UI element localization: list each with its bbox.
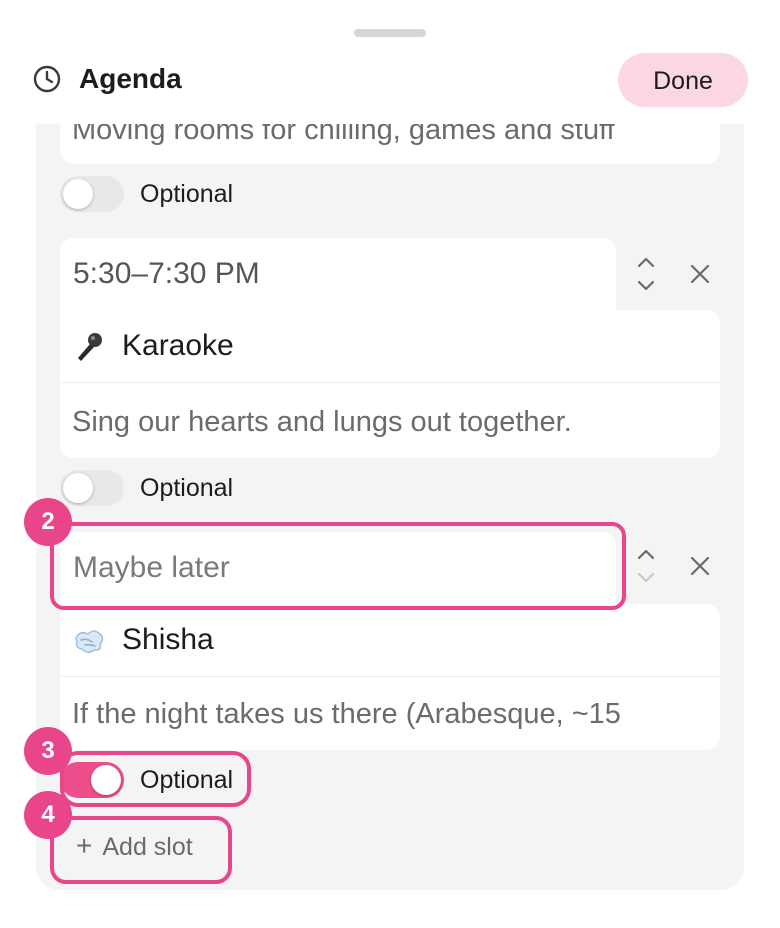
slot-title-row[interactable]: Shisha (60, 604, 720, 677)
reorder-chevrons-icon[interactable] (634, 244, 658, 304)
add-slot-button[interactable]: + Add slot (60, 818, 193, 874)
annotation-badge: 4 (24, 791, 72, 839)
slot-description[interactable]: Moving rooms for chilling, games and stu… (72, 124, 712, 152)
slot-card: Shisha If the night takes us there (Arab… (60, 604, 720, 750)
close-icon[interactable] (687, 261, 713, 287)
optional-toggle[interactable] (60, 470, 124, 506)
close-icon[interactable] (687, 553, 713, 579)
time-field[interactable]: Maybe later (60, 532, 616, 604)
toggle-knob (91, 765, 121, 795)
slot-description[interactable]: If the night takes us there (Arabesque, … (72, 694, 708, 734)
annotation-badge: 2 (24, 498, 72, 546)
annotation-badge: 3 (24, 727, 72, 775)
time-field[interactable]: 5:30–7:30 PM (60, 238, 616, 310)
slot-description-card[interactable]: Moving rooms for chilling, games and stu… (60, 124, 720, 164)
slot-title[interactable]: Shisha (122, 620, 214, 660)
slot-title[interactable]: Karaoke (122, 326, 234, 366)
clock-icon (33, 65, 61, 93)
time-placeholder: Maybe later (73, 551, 230, 584)
optional-label: Optional (140, 180, 234, 208)
page-title: Agenda (79, 63, 182, 94)
slot-description[interactable]: Sing our hearts and lungs out together. (72, 402, 712, 442)
done-button[interactable]: Done (618, 53, 748, 107)
slot-title-row[interactable]: Karaoke (60, 310, 720, 383)
dash-cloud-icon (75, 630, 104, 653)
add-slot-label: Add slot (102, 833, 193, 861)
microphone-icon (78, 333, 102, 361)
optional-label: Optional (140, 474, 234, 502)
reorder-chevrons-icon[interactable] (634, 536, 658, 596)
optional-toggle[interactable] (60, 762, 124, 798)
agenda-sheet: Agenda Done Moving rooms for chilling, g… (0, 0, 780, 928)
time-value: 5:30–7:30 PM (73, 257, 260, 290)
optional-toggle[interactable] (60, 176, 124, 212)
optional-label: Optional (140, 766, 234, 794)
sheet-grabber[interactable] (354, 29, 426, 37)
agenda-panel: Moving rooms for chilling, games and stu… (36, 124, 744, 890)
toggle-knob (63, 179, 93, 209)
slot-card: Karaoke Sing our hearts and lungs out to… (60, 310, 720, 458)
plus-icon: + (76, 830, 93, 861)
toggle-knob (63, 473, 93, 503)
